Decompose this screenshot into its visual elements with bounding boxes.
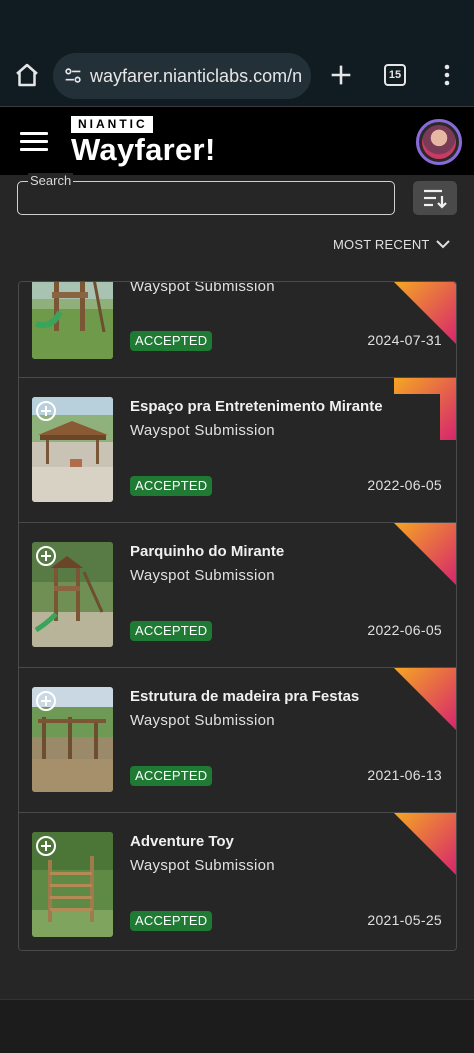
status-corner-ribbon <box>394 523 456 585</box>
status-badge: ACCEPTED <box>130 766 213 786</box>
search-label: Search <box>28 173 74 189</box>
browser-toolbar: wayfarer.nianticlabs.com/n 15 <box>0 46 474 106</box>
submission-date: 2021-06-13 <box>367 767 442 783</box>
submission-type: Wayspot Submission <box>130 567 275 584</box>
avatar-image <box>422 125 456 159</box>
submission-type: Wayspot Submission <box>130 422 275 439</box>
submission-photo[interactable] <box>32 687 113 792</box>
tabs-icon[interactable]: 15 <box>384 64 406 86</box>
add-circle-icon[interactable] <box>36 836 56 856</box>
submission-photo[interactable] <box>32 832 113 937</box>
app-header: NIANTIC Wayfarer! <box>0 106 474 175</box>
url-text[interactable]: wayfarer.nianticlabs.com/n <box>90 66 302 87</box>
submission-title: Parquinho do Mirante <box>130 543 285 560</box>
submission-type: Wayspot Submission <box>130 712 275 729</box>
submission-date: 2022-06-05 <box>367 622 442 638</box>
submission-list: Wayspot Submission ACCEPTED 2024-07-31 E… <box>18 281 457 951</box>
submission-photo[interactable] <box>32 282 113 359</box>
status-bar <box>0 0 474 46</box>
status-corner-ribbon <box>394 668 456 730</box>
list-item[interactable]: Estrutura de madeira pra Festas Wayspot … <box>19 668 456 813</box>
submission-date: 2021-05-25 <box>367 912 442 928</box>
list-item[interactable]: Wayspot Submission ACCEPTED 2024-07-31 <box>19 282 456 378</box>
add-circle-icon[interactable] <box>36 691 56 711</box>
wayfarer-logo[interactable]: NIANTIC Wayfarer! <box>71 115 216 166</box>
status-badge: ACCEPTED <box>130 476 213 496</box>
submission-title: Estrutura de madeira pra Festas <box>130 688 360 705</box>
list-item[interactable]: Espaço pra Entretenimento Mirante Wayspo… <box>19 378 456 523</box>
new-tab-icon[interactable] <box>327 61 355 89</box>
sort-select-value[interactable]: MOST RECENT <box>333 237 430 252</box>
home-icon[interactable] <box>12 60 42 90</box>
submission-type: Wayspot Submission <box>130 282 275 295</box>
list-item[interactable]: Adventure Toy Wayspot Submission ACCEPTE… <box>19 813 456 950</box>
submission-photo[interactable] <box>32 397 113 502</box>
status-badge: ACCEPTED <box>130 911 213 931</box>
status-corner-ribbon <box>394 813 456 875</box>
submission-date: 2022-06-05 <box>367 477 442 493</box>
sort-select[interactable]: MOST RECENT <box>333 234 450 254</box>
add-circle-icon[interactable] <box>36 401 56 421</box>
submission-title: Adventure Toy <box>130 833 234 850</box>
search-field[interactable]: Search <box>17 173 395 215</box>
site-settings-icon[interactable] <box>62 65 84 87</box>
status-badge: ACCEPTED <box>130 621 213 641</box>
bottom-bar <box>0 999 474 1053</box>
submission-type: Wayspot Submission <box>130 857 275 874</box>
niantic-wordmark: NIANTIC <box>71 116 153 133</box>
wayfarer-wordmark: Wayfarer! <box>71 132 216 167</box>
hamburger-menu-icon[interactable] <box>20 130 50 152</box>
sort-icon <box>424 189 447 209</box>
status-corner-ribbon <box>394 378 456 440</box>
list-item[interactable]: Parquinho do Mirante Wayspot Submission … <box>19 523 456 668</box>
status-badge: ACCEPTED <box>130 331 213 351</box>
sort-order-button[interactable] <box>413 181 457 215</box>
submission-date: 2024-07-31 <box>367 332 442 348</box>
submission-photo[interactable] <box>32 542 113 647</box>
address-bar[interactable]: wayfarer.nianticlabs.com/n <box>53 53 311 99</box>
add-circle-icon[interactable] <box>36 546 56 566</box>
more-vert-icon[interactable] <box>436 62 458 88</box>
submission-title: Espaço pra Entretenimento Mirante <box>130 398 383 415</box>
search-input[interactable] <box>18 182 394 214</box>
chevron-down-icon <box>435 240 450 249</box>
avatar[interactable] <box>416 119 462 165</box>
